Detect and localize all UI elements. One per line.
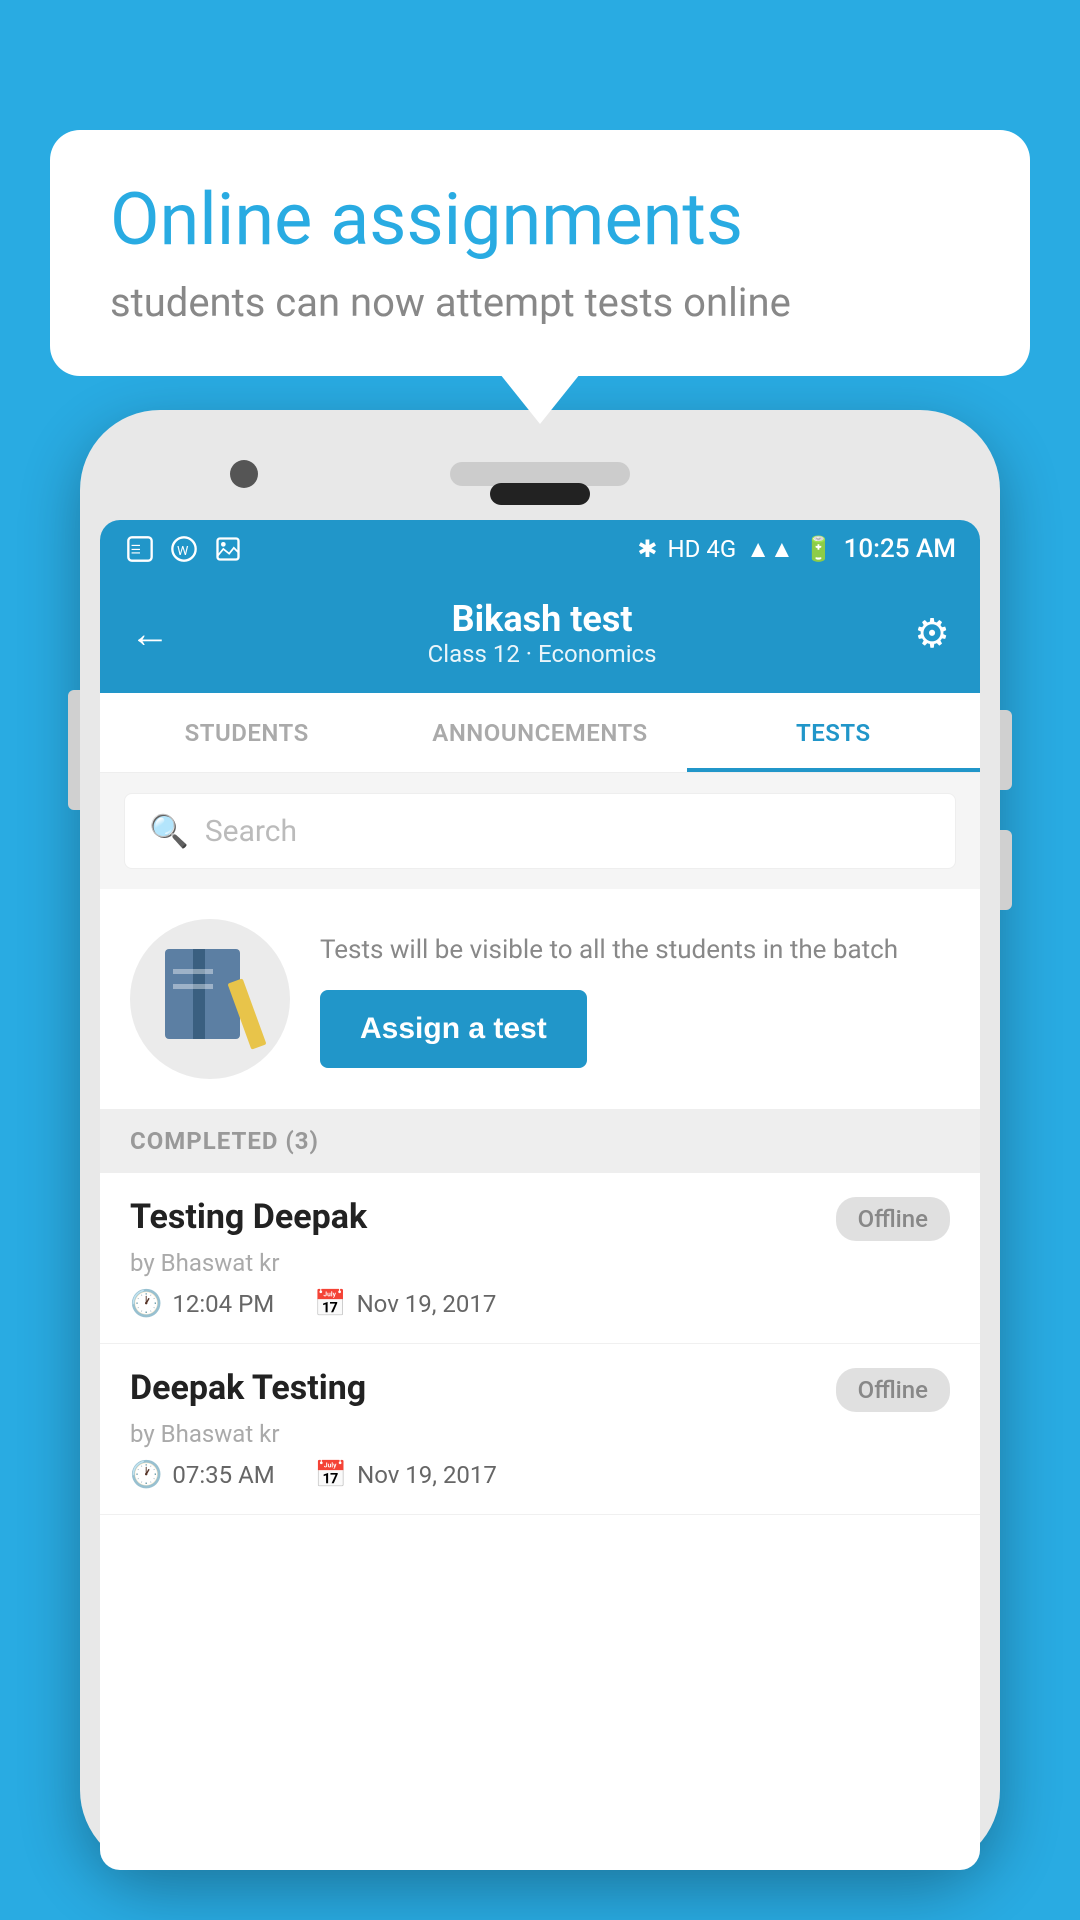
search-area: 🔍 Search bbox=[100, 773, 980, 889]
test-meta: 🕐 12:04 PM 📅 Nov 19, 2017 bbox=[130, 1289, 950, 1319]
signal-label: HD 4G bbox=[668, 535, 737, 563]
test-item-top: Testing Deepak Offline bbox=[130, 1197, 950, 1241]
camera bbox=[230, 460, 258, 488]
power-button bbox=[1000, 710, 1012, 790]
test-time-value: 07:35 AM bbox=[172, 1461, 274, 1489]
status-icons: ☰ W bbox=[124, 535, 244, 563]
svg-text:W: W bbox=[177, 544, 189, 559]
volume-button bbox=[68, 690, 80, 810]
clock-icon: 🕐 bbox=[130, 1289, 162, 1319]
test-date: 📅 Nov 19, 2017 bbox=[314, 1289, 496, 1319]
search-icon: 🔍 bbox=[149, 812, 189, 850]
assign-icon-wrap bbox=[130, 919, 290, 1079]
test-name: Testing Deepak bbox=[130, 1197, 367, 1237]
bubble-title: Online assignments bbox=[110, 180, 970, 259]
test-time: 🕐 07:35 AM bbox=[130, 1460, 275, 1490]
battery-icon: 🔋 bbox=[804, 535, 834, 563]
signal-bars: ▲▲ bbox=[746, 535, 794, 564]
status-time: 10:25 AM bbox=[844, 534, 956, 564]
assign-info-text: Tests will be visible to all the student… bbox=[320, 931, 950, 970]
volume-down-button bbox=[1000, 830, 1012, 910]
search-input[interactable]: Search bbox=[205, 814, 297, 849]
tab-bar: STUDENTS ANNOUNCEMENTS TESTS bbox=[100, 693, 980, 773]
calendar-icon: 📅 bbox=[314, 1289, 346, 1319]
phone-top bbox=[100, 430, 980, 520]
phone-outer: ☰ W ✱ HD 4G ▲▲ 🔋 10:25 AM ← Bikash test … bbox=[80, 410, 1000, 1870]
svg-text:☰: ☰ bbox=[131, 543, 141, 557]
test-date: 📅 Nov 19, 2017 bbox=[315, 1460, 497, 1490]
settings-button[interactable]: ⚙ bbox=[914, 610, 950, 657]
phone-frame: ☰ W ✱ HD 4G ▲▲ 🔋 10:25 AM ← Bikash test … bbox=[80, 410, 1000, 1920]
app-bar-center: Bikash test Class 12 · Economics bbox=[170, 598, 914, 668]
test-date-value: Nov 19, 2017 bbox=[357, 1290, 497, 1318]
status-right: ✱ HD 4G ▲▲ 🔋 10:25 AM bbox=[637, 534, 956, 564]
status-bar: ☰ W ✱ HD 4G ▲▲ 🔋 10:25 AM bbox=[100, 520, 980, 578]
test-item[interactable]: Deepak Testing Offline by Bhaswat kr 🕐 0… bbox=[100, 1344, 980, 1515]
offline-badge: Offline bbox=[836, 1368, 950, 1412]
test-by: by Bhaswat kr bbox=[130, 1249, 950, 1277]
test-meta: 🕐 07:35 AM 📅 Nov 19, 2017 bbox=[130, 1460, 950, 1490]
notebook-icon bbox=[165, 949, 255, 1049]
back-button[interactable]: ← bbox=[130, 610, 170, 657]
tab-announcements[interactable]: ANNOUNCEMENTS bbox=[393, 693, 686, 772]
test-by: by Bhaswat kr bbox=[130, 1420, 950, 1448]
test-date-value: Nov 19, 2017 bbox=[357, 1461, 497, 1489]
assign-section: Tests will be visible to all the student… bbox=[100, 889, 980, 1109]
notebook-spiral bbox=[193, 949, 205, 1039]
test-time-value: 12:04 PM bbox=[172, 1290, 274, 1318]
phone-screen: ☰ W ✱ HD 4G ▲▲ 🔋 10:25 AM ← Bikash test … bbox=[100, 520, 980, 1870]
notebook-line1 bbox=[173, 969, 213, 974]
speech-bubble: Online assignments students can now atte… bbox=[50, 130, 1030, 376]
bluetooth-icon: ✱ bbox=[637, 535, 657, 563]
offline-badge: Offline bbox=[836, 1197, 950, 1241]
assign-test-button[interactable]: Assign a test bbox=[320, 990, 587, 1068]
image-icon bbox=[212, 535, 244, 563]
search-box[interactable]: 🔍 Search bbox=[124, 793, 956, 869]
tab-tests[interactable]: TESTS bbox=[687, 693, 980, 772]
test-item[interactable]: Testing Deepak Offline by Bhaswat kr 🕐 1… bbox=[100, 1173, 980, 1344]
notebook-line2 bbox=[173, 984, 213, 989]
earpiece bbox=[490, 483, 590, 505]
test-item-top: Deepak Testing Offline bbox=[130, 1368, 950, 1412]
assign-right: Tests will be visible to all the student… bbox=[320, 931, 950, 1068]
bubble-subtitle: students can now attempt tests online bbox=[110, 279, 970, 326]
app-bar-title: Bikash test bbox=[170, 598, 914, 640]
calendar-icon: 📅 bbox=[315, 1460, 347, 1490]
completed-header: COMPLETED (3) bbox=[100, 1109, 980, 1173]
app-bar-subtitle: Class 12 · Economics bbox=[170, 640, 914, 668]
tab-students[interactable]: STUDENTS bbox=[100, 693, 393, 772]
notification-icon: ☰ bbox=[124, 535, 156, 563]
app-bar: ← Bikash test Class 12 · Economics ⚙ bbox=[100, 578, 980, 693]
clock-icon: 🕐 bbox=[130, 1460, 162, 1490]
whatsapp-icon: W bbox=[168, 535, 200, 563]
test-time: 🕐 12:04 PM bbox=[130, 1289, 274, 1319]
test-name: Deepak Testing bbox=[130, 1368, 366, 1408]
